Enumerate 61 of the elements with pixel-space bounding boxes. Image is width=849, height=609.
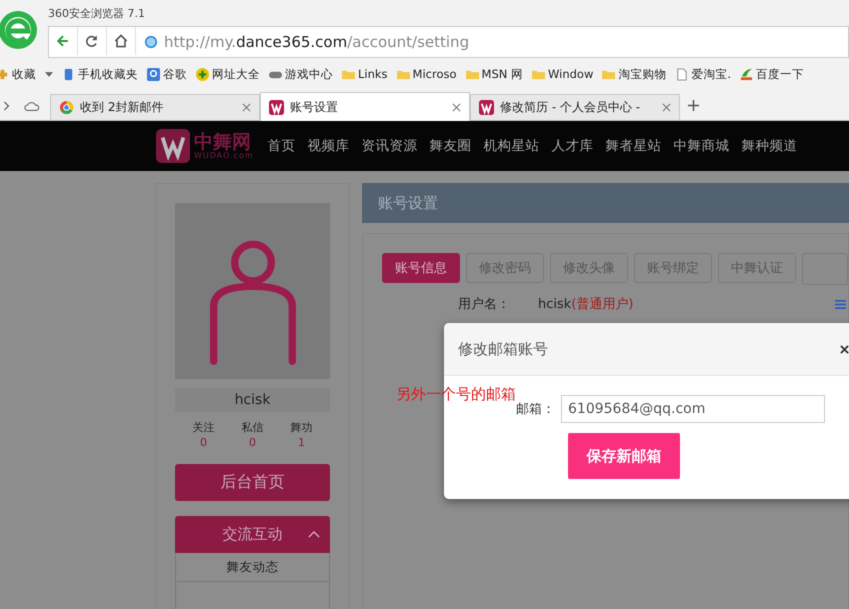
save-email-button[interactable]: 保存新邮箱 xyxy=(568,433,680,479)
panel-title: 账号设置 xyxy=(362,183,849,223)
email-field[interactable]: 61095684@qq.com xyxy=(561,395,825,423)
leaf-icon xyxy=(740,68,754,80)
bookmark-item[interactable]: 谷歌 xyxy=(147,66,187,82)
stat-value: 1 xyxy=(298,434,305,450)
bookmark-item[interactable]: 淘宝购物 xyxy=(602,66,666,82)
plus-circle-icon xyxy=(196,68,209,80)
caret-icon xyxy=(45,72,53,76)
bookmark-item[interactable]: 手机收藏夹 xyxy=(62,66,138,82)
window-title: 360安全浏览器 7.1 xyxy=(48,6,145,20)
bookmark-item[interactable]: 网址大全 xyxy=(196,66,260,82)
browser-logo-icon xyxy=(0,10,38,50)
nav-link[interactable]: 机构星站 xyxy=(484,137,540,155)
dashboard-button[interactable]: 后台首页 xyxy=(175,464,330,501)
chevron-right-icon[interactable] xyxy=(2,100,10,112)
bookmark-item[interactable]: MSN 网 xyxy=(466,66,524,82)
search-icon xyxy=(147,68,160,80)
stat-label: 舞功 xyxy=(290,420,312,435)
site-favicon-icon xyxy=(479,100,494,115)
username-value: hcisk(普通用户) xyxy=(538,296,634,313)
nav-link[interactable]: 舞者星站 xyxy=(606,137,662,155)
page-icon xyxy=(675,68,688,80)
browser-tab[interactable]: 修改简历 - 个人会员中心 - xyxy=(470,94,680,120)
phone-icon xyxy=(62,68,75,80)
bookmark-item[interactable]: 百度一下 xyxy=(740,66,804,82)
browser-tab[interactable]: 账号设置 xyxy=(260,92,470,121)
bookmark-item[interactable]: 爱淘宝. xyxy=(675,66,732,82)
nav-link[interactable]: 舞友圈 xyxy=(430,137,472,155)
stat-label: 关注 xyxy=(192,420,214,435)
bookmark-item[interactable]: 游戏中心 xyxy=(269,66,333,82)
nav-link[interactable]: 人才库 xyxy=(552,137,594,155)
browser-tab[interactable]: 收到 2封新邮件 xyxy=(50,94,260,120)
dialog-title: 修改邮箱账号 xyxy=(458,340,548,358)
bookmark-item[interactable]: Microso xyxy=(396,67,457,81)
site-favicon-icon xyxy=(269,100,284,114)
nav-link[interactable]: 首页 xyxy=(268,137,296,155)
new-tab-icon[interactable] xyxy=(688,100,699,111)
chevron-icon xyxy=(308,530,320,538)
bookmark-item[interactable]: Links xyxy=(342,67,388,81)
username-label: hcisk xyxy=(175,388,330,412)
menu-item[interactable]: 舞友动态 xyxy=(175,552,330,582)
field-label: 用户名： xyxy=(458,296,511,313)
nav-link[interactable]: 资讯资源 xyxy=(362,137,418,155)
nav-link[interactable]: 舞种频道 xyxy=(742,137,798,155)
stat-value: 0 xyxy=(249,434,256,450)
site-domain-text: WUDAO.com xyxy=(194,152,254,160)
settings-tab[interactable]: 账号信息 xyxy=(382,253,460,283)
bookmark-item[interactable]: 收藏 xyxy=(0,66,53,82)
section-header[interactable]: 交流互动 xyxy=(175,516,330,553)
email-label: 邮箱： xyxy=(516,401,555,418)
cloud-icon[interactable] xyxy=(24,100,40,112)
nav-link[interactable]: 中舞商城 xyxy=(674,137,730,155)
close-icon[interactable] xyxy=(840,344,849,354)
site-logo-icon[interactable] xyxy=(156,129,190,163)
circle-logo-icon xyxy=(59,100,74,115)
site-logo-text: 中舞网 xyxy=(194,132,251,152)
bookmark-item[interactable]: Window xyxy=(532,67,594,81)
stat-value: 0 xyxy=(200,434,207,450)
stat-label: 私信 xyxy=(242,420,264,435)
nav-link[interactable]: 视频库 xyxy=(308,137,350,155)
